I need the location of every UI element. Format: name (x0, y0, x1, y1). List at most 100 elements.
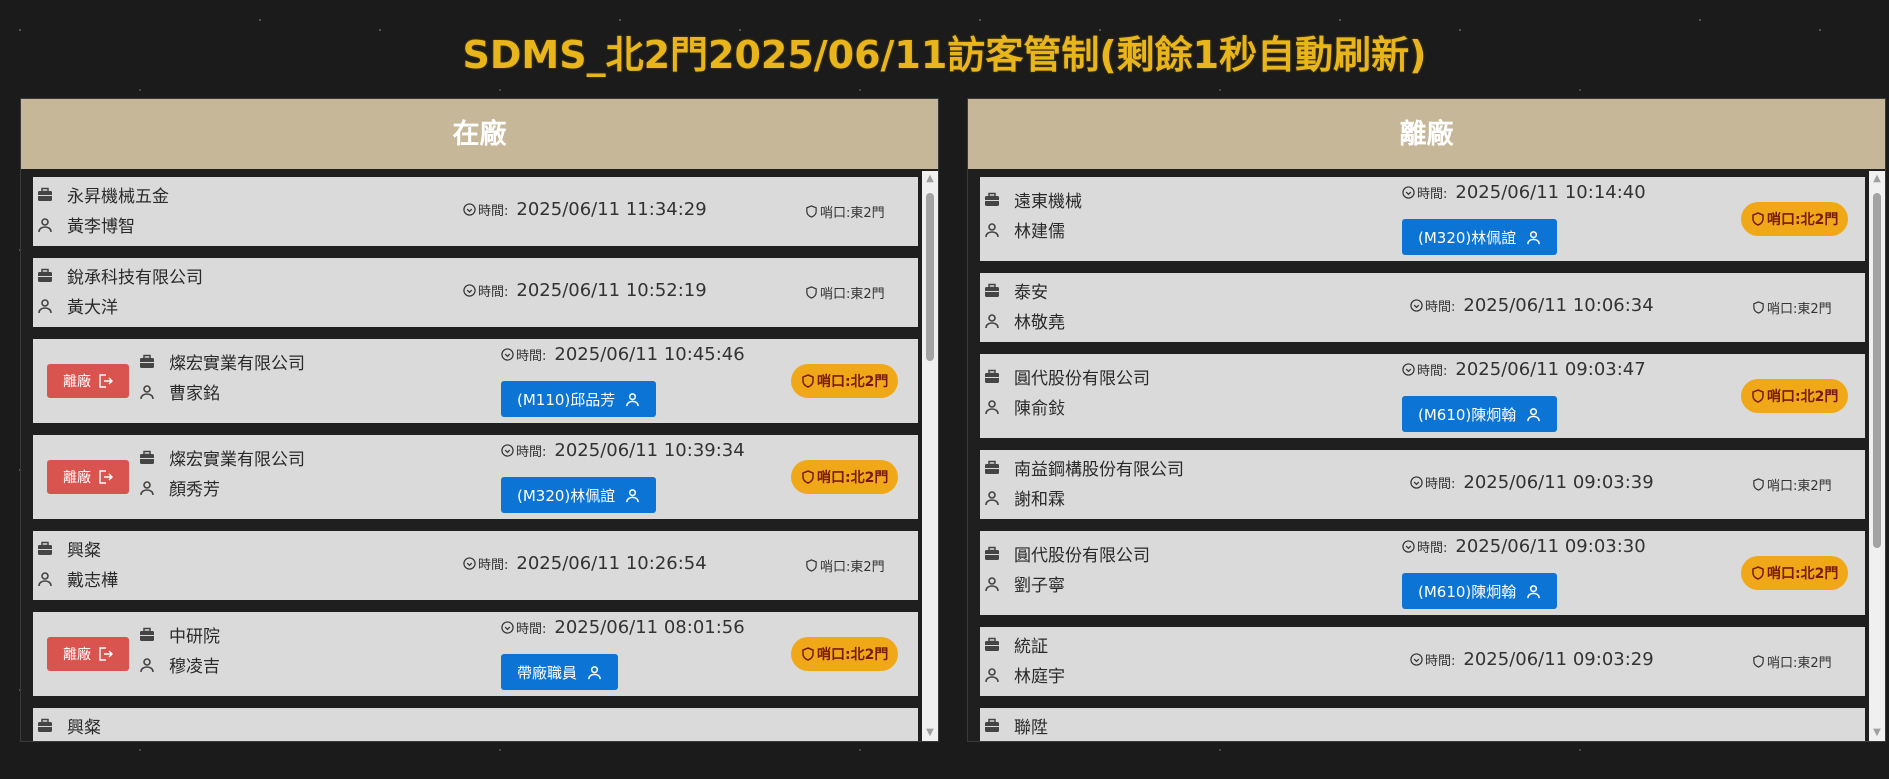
visitor-card: 興粲 戴志樺 時間: 2025/06/11 10:26:54 哨口:東2門 (33, 531, 918, 600)
exit-time: 2025/06/11 10:06:34 (1463, 295, 1654, 316)
person-icon (626, 392, 640, 406)
scroll-down-arrow-icon[interactable]: ▼ (1869, 725, 1885, 741)
visitor-name: 戴志樺 (67, 571, 118, 591)
gate-label: 哨口:北2門 (817, 647, 889, 663)
gate-label: 哨口:北2門 (817, 374, 889, 390)
visitor-card: 南益鋼構股份有限公司 謝和霖 時間: 2025/06/11 09:03:39 哨口… (980, 450, 1865, 519)
visitor-card: 離廠 中研院 穆凌吉 時間: 2025/06/11 08:01:56 帶廠職員 哨… (33, 612, 918, 696)
host-button[interactable]: (M610)陳炯翰 (1402, 396, 1558, 432)
visitor-name: 劉子寧 (1014, 576, 1065, 596)
time-label: 時間: (516, 349, 547, 364)
host-button[interactable]: (M610)陳炯翰 (1402, 573, 1558, 609)
time-label: 時間: (516, 622, 547, 637)
company-name: 泰安 (1014, 283, 1048, 303)
person-icon (984, 576, 1000, 592)
time-label: 時間: (1417, 187, 1448, 202)
briefcase-icon (139, 450, 155, 466)
scroll-up-arrow-icon[interactable]: ▲ (922, 171, 938, 187)
host-button[interactable]: (M320)林佩誼 (501, 477, 657, 513)
clock-icon (1410, 476, 1423, 489)
clock-icon (463, 203, 476, 216)
host-button[interactable]: 帶廠職員 (501, 654, 619, 690)
visitor-card: 永昇機械五金 黃李博智 時間: 2025/06/11 11:34:29 哨口:東2… (33, 177, 918, 246)
leave-button[interactable]: 離廠 (47, 460, 129, 494)
gate-badge: 哨口:北2門 (791, 637, 899, 671)
briefcase-icon (984, 546, 1000, 562)
time-label: 時間: (1425, 477, 1456, 492)
briefcase-icon (984, 637, 1000, 653)
briefcase-icon (984, 192, 1000, 208)
clock-icon (1410, 653, 1423, 666)
entry-time: 2025/06/11 08:01:56 (554, 617, 745, 638)
briefcase-icon (37, 541, 53, 557)
visitor-card: 離廠 燦宏實業有限公司 顏秀芳 時間: 2025/06/11 10:39:34 (… (33, 435, 918, 519)
company-name: 圓代股份有限公司 (1014, 546, 1150, 566)
shield-icon (1752, 566, 1764, 580)
leave-button[interactable]: 離廠 (47, 637, 129, 671)
visitor-name: 陳俞鈙 (1014, 399, 1065, 419)
shield-icon (806, 205, 817, 218)
host-button[interactable]: (M320)林佩誼 (1402, 219, 1558, 255)
briefcase-icon (984, 460, 1000, 476)
scroll-thumb[interactable] (926, 193, 934, 361)
gate-label: 哨口:東2門 (820, 560, 885, 575)
visitor-card: 圓代股份有限公司 陳俞鈙 時間: 2025/06/11 09:03:47 (M61… (980, 354, 1865, 438)
gate-label: 哨口:北2門 (1767, 389, 1839, 405)
clock-icon (463, 284, 476, 297)
company-name: 興粲 (67, 541, 101, 561)
scrollbar[interactable]: ▲ ▼ (1869, 171, 1885, 741)
visitor-name: 顏秀芳 (169, 480, 220, 500)
gate-label: 哨口:東2門 (820, 206, 885, 221)
company-name: 永昇機械五金 (67, 187, 169, 207)
company-name: 燦宏實業有限公司 (169, 450, 305, 470)
visitor-name: 穆凌吉 (169, 657, 220, 677)
person-icon (1527, 230, 1541, 244)
person-icon (626, 488, 640, 502)
clock-icon (463, 557, 476, 570)
visitor-name: 謝和霖 (1014, 490, 1065, 510)
gate-label: 哨口:東2門 (1767, 302, 1832, 317)
leave-label: 離廠 (63, 647, 91, 663)
shield-icon (806, 286, 817, 299)
clock-icon (1402, 540, 1415, 553)
clock-icon (1402, 186, 1415, 199)
clock-icon (1402, 363, 1415, 376)
visitor-name: 黃李博智 (67, 217, 135, 237)
briefcase-icon (984, 718, 1000, 734)
scrollbar[interactable]: ▲ ▼ (922, 171, 938, 741)
time-label: 時間: (1425, 300, 1456, 315)
clock-icon (501, 348, 514, 361)
gate-label: 哨口:東2門 (820, 287, 885, 302)
person-icon (984, 490, 1000, 506)
person-icon (139, 657, 155, 673)
briefcase-icon (37, 718, 53, 734)
time-label: 時間: (516, 445, 547, 460)
visitor-card: 圓代股份有限公司 劉子寧 時間: 2025/06/11 09:03:30 (M61… (980, 531, 1865, 615)
briefcase-icon (37, 187, 53, 203)
on-site-list: 永昇機械五金 黃李博智 時間: 2025/06/11 11:34:29 哨口:東2… (33, 177, 918, 741)
scroll-up-arrow-icon[interactable]: ▲ (1869, 171, 1885, 187)
visitor-card: 遠東機械 林建儒 時間: 2025/06/11 10:14:40 (M320)林佩… (980, 177, 1865, 261)
visitor-name: 林敬堯 (1014, 313, 1065, 333)
gate-label: 哨口:北2門 (817, 470, 889, 486)
gate-label: 哨口:東2門 (1767, 479, 1832, 494)
person-icon (37, 217, 53, 233)
host-name: (M320)林佩誼 (517, 486, 616, 505)
exit-icon (99, 470, 113, 484)
gate-label: 哨口:北2門 (1767, 566, 1839, 582)
scroll-thumb[interactable] (1873, 193, 1881, 548)
gate-badge: 哨口:北2門 (1741, 379, 1849, 413)
shield-icon (802, 374, 814, 388)
host-button[interactable]: (M110)邱品芳 (501, 381, 657, 417)
briefcase-icon (984, 369, 1000, 385)
scroll-down-arrow-icon[interactable]: ▼ (922, 725, 938, 741)
shield-icon (802, 470, 814, 484)
company-name: 燦宏實業有限公司 (169, 354, 305, 374)
leave-button[interactable]: 離廠 (47, 364, 129, 398)
visitor-name: 黃大洋 (67, 298, 118, 318)
company-name: 南益鋼構股份有限公司 (1014, 460, 1184, 480)
visitor-card: 泰安 林敬堯 時間: 2025/06/11 10:06:34 哨口:東2門 (980, 273, 1865, 342)
company-name: 統証 (1014, 637, 1048, 657)
time-label: 時間: (478, 558, 509, 573)
departed-header: 離廠 (968, 99, 1885, 169)
